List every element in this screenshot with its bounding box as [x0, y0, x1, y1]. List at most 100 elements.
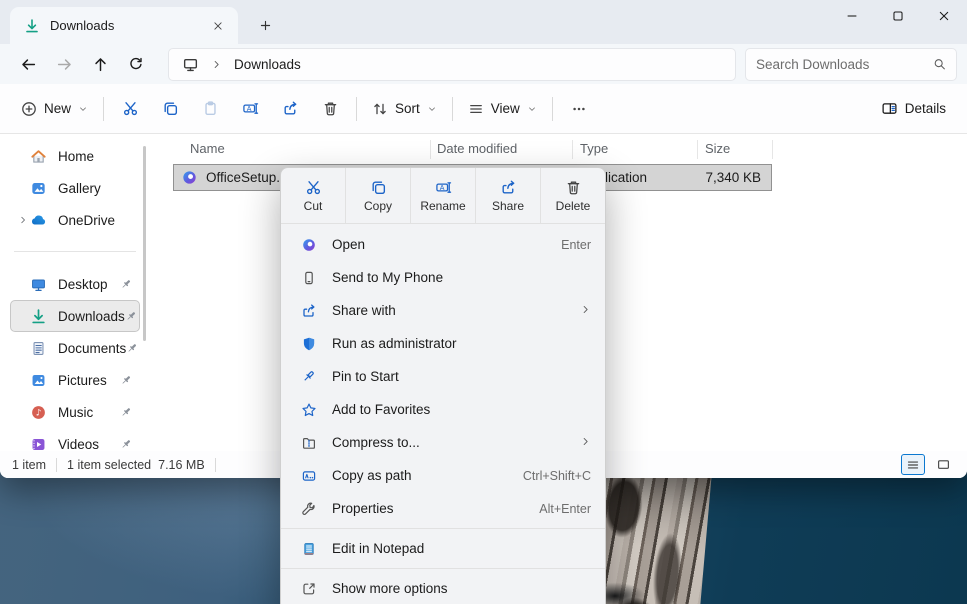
menu-share-button[interactable]: Share — [476, 168, 541, 223]
close-button[interactable] — [921, 0, 967, 31]
tab-title: Downloads — [50, 18, 196, 33]
paste-button[interactable] — [190, 91, 230, 127]
office-icon — [301, 237, 317, 253]
rename-button[interactable] — [230, 91, 270, 127]
status-separator — [56, 458, 57, 472]
sidebar-item-gallery[interactable]: Gallery — [10, 172, 140, 204]
menu-item-properties[interactable]: Properties Alt+Enter — [281, 492, 605, 525]
copy-button[interactable] — [150, 91, 190, 127]
quick-action-label: Delete — [556, 199, 591, 213]
copy-path-icon — [301, 468, 317, 484]
column-separator[interactable] — [772, 140, 773, 159]
quick-action-label: Cut — [304, 199, 323, 213]
refresh-button[interactable] — [118, 46, 154, 82]
sidebar-item-documents[interactable]: Documents — [10, 332, 140, 364]
share-icon — [282, 100, 299, 117]
menu-shortcut: Ctrl+Shift+C — [523, 469, 591, 483]
column-separator[interactable] — [697, 140, 698, 159]
menu-item-label: Compress to... — [332, 435, 420, 450]
menu-item-label: Pin to Start — [332, 369, 399, 384]
search-box — [745, 48, 957, 81]
details-view-toggle[interactable] — [901, 454, 925, 475]
copy-icon — [370, 179, 387, 196]
menu-item-share-with[interactable]: Share with — [281, 294, 605, 327]
menu-cut-button[interactable]: Cut — [281, 168, 346, 223]
menu-item-add-to-favorites[interactable]: Add to Favorites — [281, 393, 605, 426]
column-separator[interactable] — [430, 140, 431, 159]
maximize-icon — [891, 9, 905, 23]
breadcrumb-location[interactable]: Downloads — [234, 57, 301, 72]
menu-item-label: Properties — [332, 501, 394, 516]
menu-item-label: Edit in Notepad — [332, 541, 424, 556]
sort-label: Sort — [395, 101, 420, 116]
up-button[interactable] — [82, 46, 118, 82]
details-pane-button[interactable]: Details — [872, 91, 955, 127]
expand-chevron-icon[interactable] — [15, 215, 30, 225]
column-separator[interactable] — [572, 140, 573, 159]
maximize-button[interactable] — [875, 0, 921, 31]
sidebar-item-label: Gallery — [58, 181, 101, 196]
menu-item-label: Open — [332, 237, 365, 252]
cut-button[interactable] — [110, 91, 150, 127]
menu-item-compress-to[interactable]: Compress to... — [281, 426, 605, 459]
cut-icon — [305, 179, 322, 196]
this-pc-icon — [182, 56, 199, 73]
menu-item-run-as-administrator[interactable]: Run as administrator — [281, 327, 605, 360]
sidebar-item-desktop[interactable]: Desktop — [10, 268, 140, 300]
share-icon — [301, 303, 317, 319]
back-button[interactable] — [10, 46, 46, 82]
command-toolbar: New Sort View — [0, 84, 967, 134]
submenu-chevron-icon — [580, 435, 591, 450]
tab-downloads[interactable]: Downloads — [10, 7, 238, 44]
sidebar-item-onedrive[interactable]: OneDrive — [10, 204, 140, 236]
menu-item-copy-as-path[interactable]: Copy as path Ctrl+Shift+C — [281, 459, 605, 492]
sidebar-separator — [14, 251, 136, 252]
column-header-name[interactable]: Name — [190, 141, 225, 156]
new-button[interactable]: New — [12, 91, 97, 127]
details-label: Details — [905, 101, 946, 116]
menu-item-pin-to-start[interactable]: Pin to Start — [281, 360, 605, 393]
tab-close-button[interactable] — [206, 14, 230, 38]
sidebar-item-downloads[interactable]: Downloads — [10, 300, 140, 332]
navigation-pane: Home Gallery OneDrive Desktop — [0, 135, 150, 451]
view-button[interactable]: View — [459, 91, 546, 127]
sidebar-item-home[interactable]: Home — [10, 140, 140, 172]
column-header-size[interactable]: Size — [705, 141, 730, 156]
wrench-icon — [301, 501, 317, 517]
sort-icon — [372, 101, 388, 117]
menu-item-show-more-options[interactable]: Show more options — [281, 572, 605, 604]
pin-icon — [301, 369, 317, 385]
menu-item-open[interactable]: Open Enter — [281, 228, 605, 261]
search-icon — [933, 57, 946, 71]
pictures-icon — [30, 372, 47, 389]
minimize-button[interactable] — [829, 0, 875, 31]
onedrive-icon — [30, 212, 47, 229]
sort-button[interactable]: Sort — [363, 91, 446, 127]
breadcrumb[interactable]: Downloads — [168, 48, 736, 81]
sidebar-item-music[interactable]: Music — [10, 396, 140, 428]
sidebar-item-videos[interactable]: Videos — [10, 428, 140, 451]
menu-delete-button[interactable]: Delete — [541, 168, 605, 223]
menu-item-send-to-my-phone[interactable]: Send to My Phone — [281, 261, 605, 294]
new-tab-button[interactable] — [250, 10, 280, 40]
menu-rename-button[interactable]: Rename — [411, 168, 476, 223]
more-options-button[interactable] — [559, 91, 599, 127]
menu-shortcut: Enter — [561, 238, 591, 252]
menu-item-edit-in-notepad[interactable]: Edit in Notepad — [281, 532, 605, 565]
thumbnail-view-toggle[interactable] — [931, 454, 955, 475]
sidebar-item-pictures[interactable]: Pictures — [10, 364, 140, 396]
share-button[interactable] — [270, 91, 310, 127]
search-input[interactable] — [756, 57, 933, 72]
menu-item-label: Add to Favorites — [332, 402, 430, 417]
menu-copy-button[interactable]: Copy — [346, 168, 411, 223]
details-pane-icon — [881, 100, 898, 117]
quick-actions-row: Cut Copy Rename Share Delete — [281, 168, 605, 224]
column-header-type[interactable]: Type — [580, 141, 608, 156]
view-label: View — [491, 101, 520, 116]
quick-action-label: Copy — [364, 199, 392, 213]
sidebar-scrollbar[interactable] — [143, 146, 146, 341]
plus-circle-icon — [21, 101, 37, 117]
column-header-date-modified[interactable]: Date modified — [437, 141, 517, 156]
forward-button[interactable] — [46, 46, 82, 82]
delete-button[interactable] — [310, 91, 350, 127]
